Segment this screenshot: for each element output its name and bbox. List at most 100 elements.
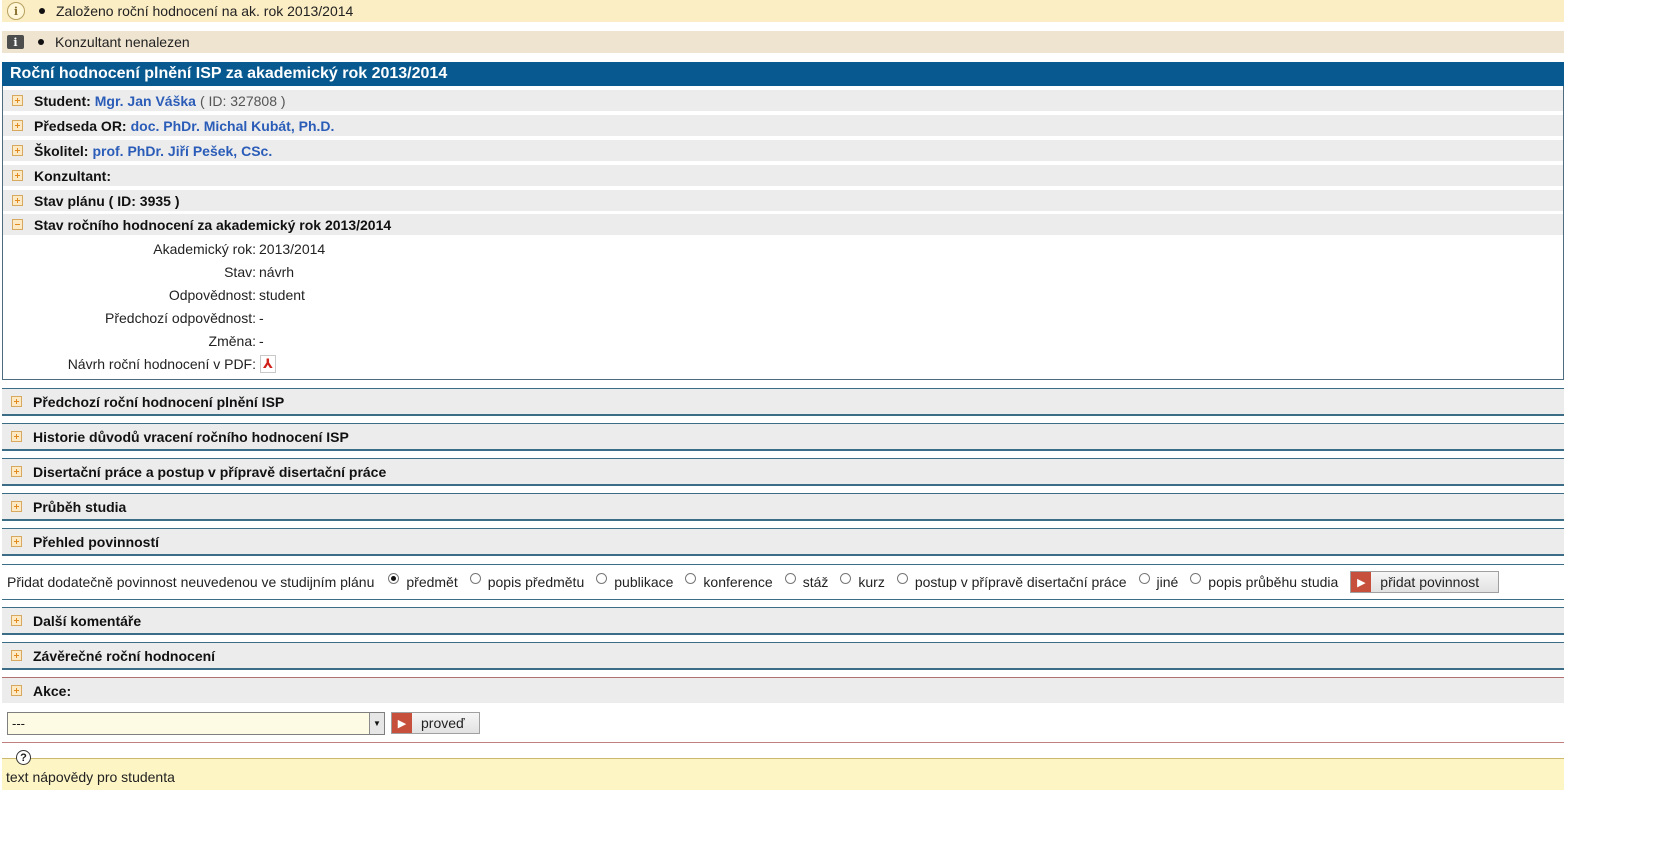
warning-message-text: Konzultant nenalezen xyxy=(55,34,190,50)
radio-option[interactable]: konference xyxy=(685,572,773,590)
radio-option[interactable]: stáž xyxy=(784,572,828,590)
section-title: Disertační práce a postup v přípravě dis… xyxy=(33,463,387,480)
plan-state-label: Stav plánu ( ID: 3935 ) xyxy=(34,192,180,209)
add-obligation-row: Přidat dodatečně povinnost neuvedenou ve… xyxy=(2,564,1564,600)
plus-icon[interactable] xyxy=(11,501,22,512)
detail-value: 2013/2014 xyxy=(259,241,326,257)
detail-label: Návrh roční hodnocení v PDF: xyxy=(67,356,256,372)
panel-title: Roční hodnocení plnění ISP za akademický… xyxy=(2,62,1564,86)
detail-label: Změna: xyxy=(208,333,256,349)
radio-button[interactable] xyxy=(1138,572,1150,584)
plus-icon[interactable] xyxy=(11,466,22,477)
section-title: Další komentáře xyxy=(33,612,142,629)
radio-option[interactable]: kurz xyxy=(840,572,885,590)
warning-message-bar: i Konzultant nenalezen xyxy=(2,31,1564,53)
section-study-course[interactable]: Průběh studia xyxy=(2,493,1564,521)
button-label: proveď xyxy=(421,715,465,731)
section-return-history[interactable]: Historie důvodů vracení ročního hodnocen… xyxy=(2,423,1564,451)
detail-row: Akademický rok: 2013/2014 xyxy=(3,238,1563,260)
radio-option[interactable]: popis průběhu studia xyxy=(1190,572,1339,590)
supervisor-name-link[interactable]: prof. PhDr. Jiří Pešek, CSc. xyxy=(92,143,272,159)
radio-label: postup v přípravě disertační práce xyxy=(914,574,1127,590)
detail-row: Změna: - xyxy=(3,330,1563,352)
plus-icon[interactable] xyxy=(11,536,22,547)
help-icon[interactable]: ? xyxy=(16,750,31,765)
bullet xyxy=(38,39,44,45)
info-message-text: Založeno roční hodnocení na ak. rok 2013… xyxy=(56,3,354,19)
student-name-link[interactable]: Mgr. Jan Váška xyxy=(95,93,196,109)
help-box: text nápovědy pro studenta xyxy=(2,758,1564,790)
add-obligation-button[interactable]: ▶ přidat povinnost xyxy=(1350,571,1500,593)
page: i Založeno roční hodnocení na ak. rok 20… xyxy=(0,0,1666,842)
execute-button[interactable]: ▶ proveď xyxy=(391,712,480,734)
play-icon: ▶ xyxy=(392,713,412,733)
radio-label: kurz xyxy=(858,574,885,590)
section-dissertation[interactable]: Disertační práce a postup v přípravě dis… xyxy=(2,458,1564,486)
plus-icon[interactable] xyxy=(11,615,22,626)
section-obligations[interactable]: Přehled povinností xyxy=(2,528,1564,556)
radio-button[interactable] xyxy=(840,572,852,584)
supervisor-label: Školitel: xyxy=(34,142,89,159)
plus-icon[interactable] xyxy=(12,95,23,106)
radio-button[interactable] xyxy=(469,572,481,584)
detail-value: - xyxy=(259,333,264,349)
radio-button[interactable] xyxy=(784,572,796,584)
chevron-down-icon[interactable]: ▼ xyxy=(369,713,384,734)
eval-state-row[interactable]: Stav ročního hodnocení za akademický rok… xyxy=(3,214,1563,236)
radio-button[interactable] xyxy=(388,572,400,584)
minus-icon[interactable] xyxy=(12,219,23,230)
radio-option[interactable]: postup v přípravě disertační práce xyxy=(896,572,1127,590)
radio-button[interactable] xyxy=(596,572,608,584)
detail-label: Akademický rok: xyxy=(153,241,256,257)
detail-row: Odpovědnost: student xyxy=(3,284,1563,306)
warning-icon: i xyxy=(7,35,24,49)
plus-icon[interactable] xyxy=(11,396,22,407)
info-message-bar: i Založeno roční hodnocení na ak. rok 20… xyxy=(2,0,1564,22)
detail-label: Předchozí odpovědnost: xyxy=(105,310,256,326)
consultant-row[interactable]: Konzultant: xyxy=(3,165,1563,187)
student-id: ( ID: 327808 ) xyxy=(199,92,286,109)
section-action[interactable]: Akce: xyxy=(2,677,1564,703)
section-final-evaluation[interactable]: Závěrečné roční hodnocení xyxy=(2,642,1564,670)
radio-label: publikace xyxy=(614,574,674,590)
action-select[interactable]: --- ▼ xyxy=(7,712,385,735)
radio-button[interactable] xyxy=(896,572,908,584)
detail-label: Odpovědnost: xyxy=(168,287,256,303)
detail-row: Návrh roční hodnocení v PDF: ⅄ xyxy=(3,353,1563,375)
plus-icon[interactable] xyxy=(12,120,23,131)
plus-icon[interactable] xyxy=(11,650,22,661)
supervisor-row[interactable]: Školitel: prof. PhDr. Jiří Pešek, CSc. xyxy=(3,140,1563,162)
plus-icon[interactable] xyxy=(11,431,22,442)
student-row[interactable]: Student: Mgr. Jan Váška ( ID: 327808 ) xyxy=(3,90,1563,112)
chair-row[interactable]: Předseda OR: doc. PhDr. Michal Kubát, Ph… xyxy=(3,115,1563,137)
radio-button[interactable] xyxy=(1190,572,1202,584)
radio-label: popis předmětu xyxy=(487,574,585,590)
plus-icon[interactable] xyxy=(11,685,22,696)
detail-value: návrh xyxy=(259,264,295,280)
detail-value: - xyxy=(259,310,264,326)
plan-state-row[interactable]: Stav plánu ( ID: 3935 ) xyxy=(3,190,1563,212)
section-previous-evaluations[interactable]: Předchozí roční hodnocení plnění ISP xyxy=(2,388,1564,416)
chair-name-link[interactable]: doc. PhDr. Michal Kubát, Ph.D. xyxy=(131,118,335,134)
section-title: Historie důvodů vracení ročního hodnocen… xyxy=(33,428,349,445)
section-comments[interactable]: Další komentáře xyxy=(2,607,1564,635)
radio-option[interactable]: popis předmětu xyxy=(469,572,585,590)
section-title: Předchozí roční hodnocení plnění ISP xyxy=(33,393,285,410)
radio-label: popis průběhu studia xyxy=(1208,574,1339,590)
section-title: Závěrečné roční hodnocení xyxy=(33,647,216,664)
detail-label: Stav: xyxy=(224,264,256,280)
action-area: --- ▼ ▶ proveď xyxy=(2,703,1564,743)
chair-label: Předseda OR: xyxy=(34,117,127,134)
radio-option[interactable]: publikace xyxy=(596,572,674,590)
radio-option[interactable]: předmět xyxy=(388,572,458,590)
bullet xyxy=(39,8,45,14)
plus-icon[interactable] xyxy=(12,195,23,206)
plus-icon[interactable] xyxy=(12,145,23,156)
plus-icon[interactable] xyxy=(12,170,23,181)
consultant-label: Konzultant: xyxy=(34,167,111,184)
radio-option[interactable]: jiné xyxy=(1138,572,1178,590)
pdf-icon[interactable]: ⅄ xyxy=(260,355,276,373)
section-title: Průběh studia xyxy=(33,498,127,515)
button-label: přidat povinnost xyxy=(1380,574,1480,590)
radio-button[interactable] xyxy=(685,572,697,584)
